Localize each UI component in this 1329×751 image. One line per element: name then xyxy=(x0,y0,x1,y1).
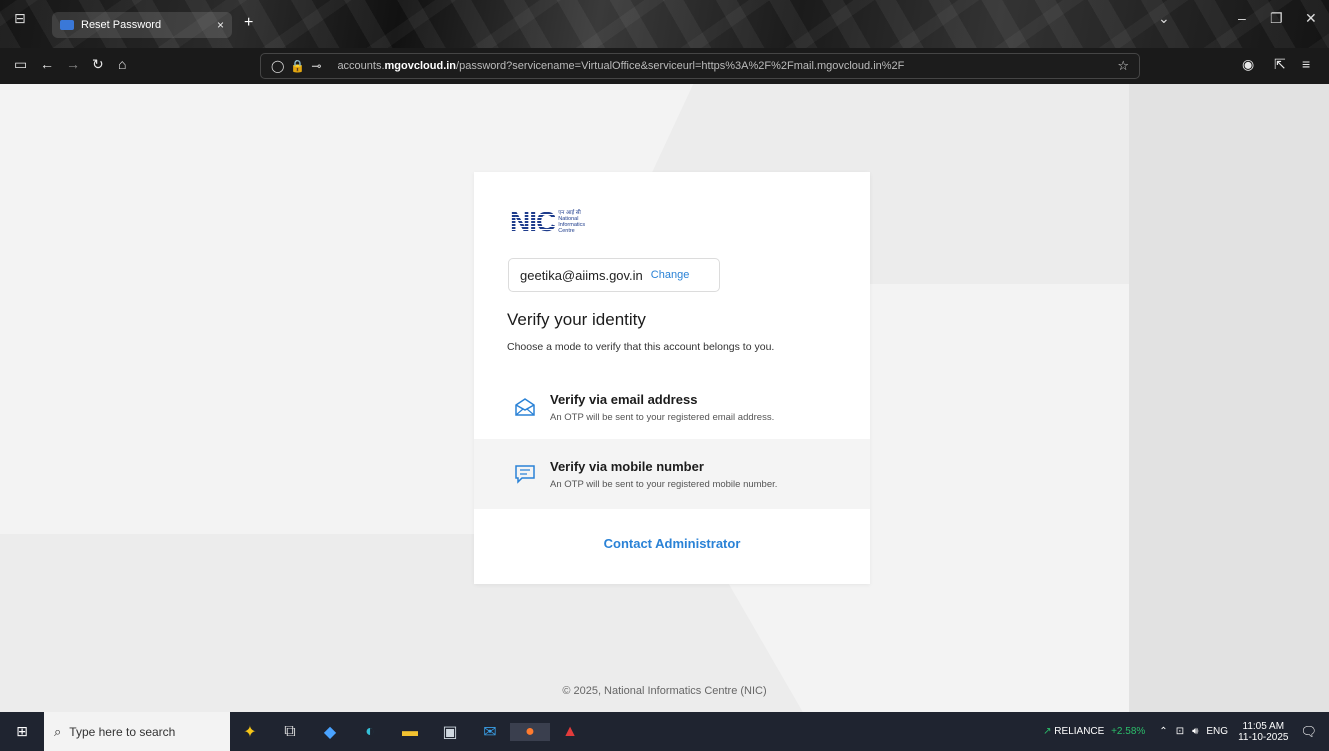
envelope-icon xyxy=(515,398,535,416)
stock-widget[interactable]: ↗ RELIANCE +2.58% xyxy=(1043,726,1145,737)
stock-change: +2.58% xyxy=(1111,726,1146,737)
copyright-text: © 2025, National Informatics Centre (NIC… xyxy=(562,685,767,697)
tab-close-icon[interactable]: × xyxy=(217,18,224,32)
forward-icon[interactable]: → xyxy=(66,56,80,72)
option-description: An OTP will be sent to your registered m… xyxy=(550,478,778,490)
nic-logo: NIC एन आई सी National Informatics Centre xyxy=(510,206,585,238)
close-window-icon[interactable]: ✕ xyxy=(1305,10,1317,27)
favicon-icon xyxy=(60,20,74,30)
back-icon[interactable]: ← xyxy=(40,56,54,72)
nic-logo-subtext: एन आई सी National Informatics Centre xyxy=(558,210,586,234)
firefox-icon[interactable]: ● xyxy=(510,722,550,741)
url-domain: mgovcloud.in xyxy=(384,60,457,72)
background-shape xyxy=(1129,84,1329,712)
change-link[interactable]: Change xyxy=(651,269,690,281)
search-icon: ⌕ xyxy=(54,723,62,739)
language-indicator[interactable]: ENG xyxy=(1206,726,1228,737)
copilot-app-icon[interactable]: ◆ xyxy=(310,722,350,742)
reload-icon[interactable]: ↻ xyxy=(92,56,104,73)
tab-list-icon[interactable]: ⊟ xyxy=(14,10,26,27)
minimize-icon[interactable]: – xyxy=(1238,10,1246,26)
page-title: Verify your identity xyxy=(507,310,646,329)
browser-titlebar: ⊟ Reset Password × + ⌄ – ❐ ✕ xyxy=(0,0,1329,48)
nic-logo-text: NIC xyxy=(510,206,556,237)
browser-navbar: ▭ ← → ↻ ⌂ ◯🔒⊸ accounts. mgovcloud.in/pass… xyxy=(0,48,1329,84)
url-path: /password?servicename=VirtualOffice&serv… xyxy=(456,60,905,72)
bookmark-star-icon[interactable]: ☆ xyxy=(1117,58,1129,74)
clock-date: 11-10-2025 xyxy=(1238,731,1289,743)
file-explorer-icon[interactable]: ▬ xyxy=(390,723,430,741)
network-icon[interactable]: ⊡ xyxy=(1176,726,1184,737)
system-tray: ↗ RELIANCE +2.58% ⌃ ⊡ 🔊︎ ENG 11:05 AM 11… xyxy=(1043,712,1329,751)
url-bar[interactable]: ◯🔒⊸ accounts. mgovcloud.in/password?servi… xyxy=(260,53,1140,79)
url-prefix: accounts. xyxy=(337,60,385,72)
shield-lock-key-icons: ◯🔒⊸ xyxy=(271,59,328,73)
option-title: Verify via email address xyxy=(550,391,698,407)
message-icon xyxy=(515,465,535,484)
mail-icon[interactable]: ✉ xyxy=(470,722,510,742)
chevron-up-icon[interactable]: ⌃ xyxy=(1159,726,1167,737)
speaker-icon[interactable]: 🔊︎ xyxy=(1192,726,1198,737)
option-description: An OTP will be sent to your registered e… xyxy=(550,411,775,423)
user-email-chip: geetika@aiims.gov.in Change xyxy=(508,258,720,292)
copilot-sparkle-icon[interactable]: ✦ xyxy=(230,722,270,742)
clock-time: 11:05 AM xyxy=(1242,720,1285,732)
edge-browser-icon[interactable]: ◐ xyxy=(350,723,390,741)
user-email: geetika@aiims.gov.in xyxy=(520,267,643,283)
chevron-down-icon[interactable]: ⌄ xyxy=(1158,10,1170,27)
verify-email-option[interactable]: Verify via email address An OTP will be … xyxy=(474,372,870,442)
stock-name: RELIANCE xyxy=(1054,726,1105,737)
windows-taskbar: ⊞ ⌕ Type here to search ✦ ⧉ ◆ ◐ ▬ ▣ ✉ ● … xyxy=(0,712,1329,751)
option-title: Verify via mobile number xyxy=(550,458,704,474)
verify-mobile-option[interactable]: Verify via mobile number An OTP will be … xyxy=(474,439,870,509)
task-view-icon[interactable]: ⧉ xyxy=(270,723,310,741)
contact-administrator-link[interactable]: Contact Administrator xyxy=(474,536,870,551)
taskbar-search[interactable]: ⌕ Type here to search xyxy=(44,712,230,751)
page-subtitle: Choose a mode to verify that this accoun… xyxy=(507,341,775,353)
new-tab-button[interactable]: + xyxy=(244,14,253,32)
menu-icon[interactable]: ≡ xyxy=(1302,56,1310,72)
extensions-icon[interactable]: ⇱ xyxy=(1274,56,1286,73)
clock[interactable]: 11:05 AM 11-10-2025 xyxy=(1238,721,1288,743)
stock-trend-icon: ↗ xyxy=(1043,726,1052,737)
notification-icon[interactable]: 🗨︎ xyxy=(1300,724,1317,740)
home-icon[interactable]: ⌂ xyxy=(118,56,126,72)
page-content: NIC एन आई सी National Informatics Centre… xyxy=(0,84,1329,712)
tab-reset-password[interactable]: Reset Password × xyxy=(52,12,232,38)
windows-start-icon[interactable]: ⊞ xyxy=(0,723,44,740)
acrobat-icon[interactable]: ▲ xyxy=(550,723,590,741)
search-placeholder: Type here to search xyxy=(69,724,176,739)
verify-card: NIC एन आई सी National Informatics Centre… xyxy=(474,172,870,584)
store-icon[interactable]: ▣ xyxy=(430,722,470,742)
sidebar-icon[interactable]: ▭ xyxy=(14,56,27,73)
tab-title: Reset Password xyxy=(81,19,162,31)
restore-icon[interactable]: ❐ xyxy=(1270,10,1283,27)
account-icon[interactable]: ◉ xyxy=(1242,56,1254,73)
